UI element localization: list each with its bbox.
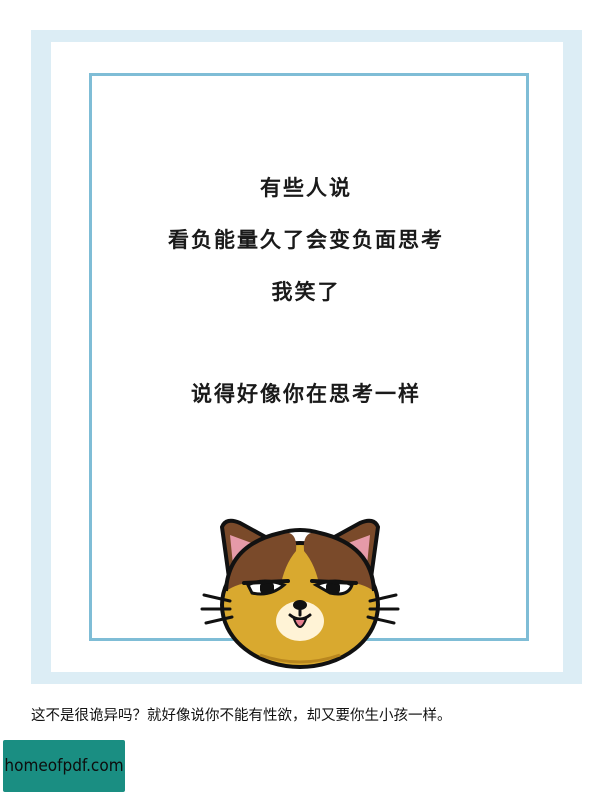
watermark-text: homeofpdf.com	[4, 756, 124, 776]
poster-line-4: 说得好像你在思考一样	[191, 381, 421, 406]
watermark-badge: homeofpdf.com	[3, 740, 125, 792]
poster-line-2: 看负能量久了会变负面思考	[168, 227, 444, 252]
poster-line-3: 我笑了	[271, 279, 341, 304]
cat-face-icon	[200, 505, 400, 675]
caption-text: 这不是很诡异吗？就好像说你不能有性欲，却又要你生小孩一样。	[31, 708, 452, 724]
poster-line-1: 有些人说	[260, 175, 352, 200]
